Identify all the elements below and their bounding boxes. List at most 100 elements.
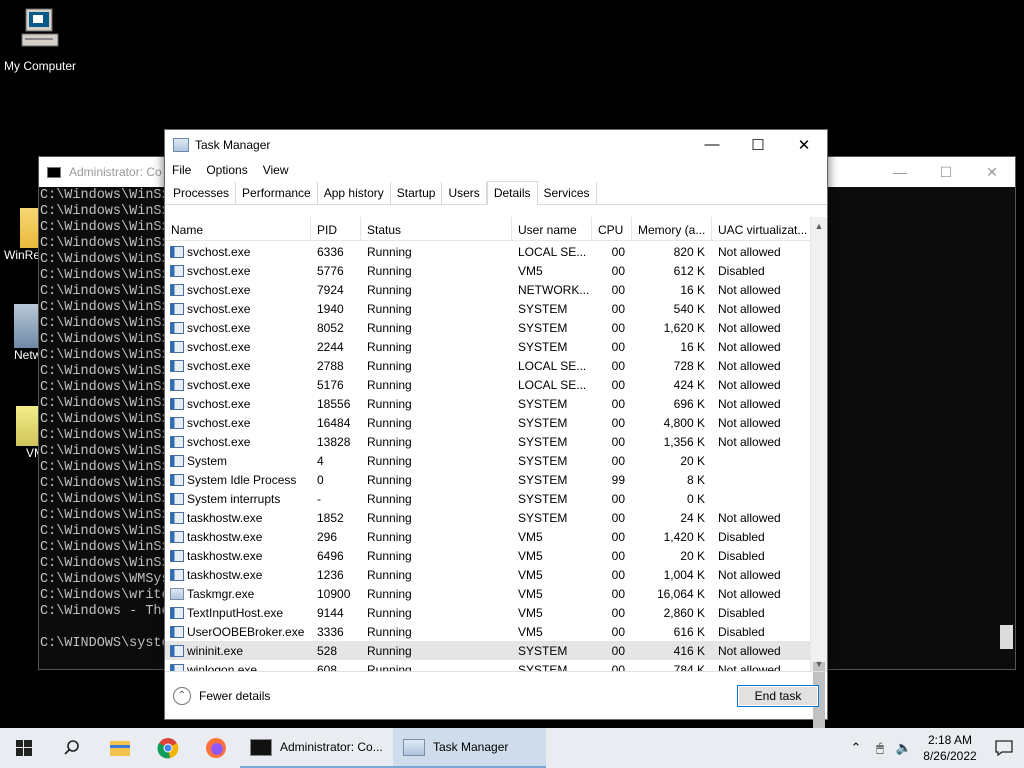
cell-status: Running	[367, 358, 412, 373]
cell-user: SYSTEM	[518, 320, 568, 335]
task-manager-window[interactable]: Task Manager — ☐ ✕ File Options View Pro…	[164, 129, 828, 737]
scroll-down-icon[interactable]: ▼	[811, 655, 827, 672]
tab-details[interactable]: Details	[486, 181, 538, 205]
chevron-up-icon[interactable]: ⌃	[844, 740, 868, 756]
table-row[interactable]: svchost.exe 18556 Running SYSTEM 00 696 K Not …	[165, 394, 811, 413]
cell-pid: 10900	[317, 586, 351, 601]
cell-user: SYSTEM	[518, 301, 568, 316]
menu-file[interactable]: File	[171, 163, 205, 177]
column-header-name[interactable]: ˆ Name	[165, 217, 311, 240]
taskbar-chrome[interactable]	[144, 728, 192, 768]
close-icon[interactable]: ✕	[781, 130, 827, 159]
tab-app-history[interactable]: App history	[318, 182, 391, 204]
tab-startup[interactable]: Startup	[391, 182, 443, 204]
end-task-button[interactable]: End task	[737, 684, 819, 707]
table-row[interactable]: svchost.exe 6336 Running LOCAL SE... 00 820 K…	[165, 242, 811, 261]
table-scrollbar[interactable]: ▲ ▼	[810, 217, 827, 737]
process-name: System interrupts	[187, 491, 281, 506]
cell-name: taskhostw.exe	[165, 530, 311, 544]
cell-uac: Not allowed	[718, 586, 781, 601]
column-header-memory[interactable]: Memory (a...	[632, 217, 712, 240]
volume-icon[interactable]: 🔈	[892, 740, 916, 756]
menu-options[interactable]: Options	[205, 163, 261, 177]
table-row[interactable]: svchost.exe 5776 Running VM5 00 612 K Disabled	[165, 261, 811, 280]
cell-user: LOCAL SE...	[518, 244, 587, 259]
minimize-icon[interactable]: —	[877, 157, 923, 187]
table-row[interactable]: svchost.exe 5176 Running LOCAL SE... 00 424 K…	[165, 375, 811, 394]
cell-name: wininit.exe	[165, 644, 311, 658]
task-manager-icon	[173, 137, 189, 152]
cell-mem: 696 K	[673, 396, 705, 411]
table-row[interactable]: svchost.exe 2244 Running SYSTEM 00 16 K Not al…	[165, 337, 811, 356]
tab-services[interactable]: Services	[538, 182, 597, 204]
cell-uac: Not allowed	[718, 396, 781, 411]
clock-time: 2:18 AM	[927, 733, 973, 747]
taskbar-app-task-manager[interactable]: Task Manager	[393, 728, 546, 768]
console-scrollbar[interactable]	[998, 187, 1015, 669]
cell-pid: 296	[317, 529, 338, 544]
maximize-icon[interactable]: ☐	[923, 157, 969, 187]
tab-performance[interactable]: Performance	[236, 182, 318, 204]
tab-users[interactable]: Users	[442, 182, 487, 204]
taskbar-file-explorer[interactable]	[96, 728, 144, 768]
menu-view[interactable]: View	[262, 163, 303, 177]
cell-cpu: 00	[611, 605, 625, 620]
scroll-up-icon[interactable]: ▲	[811, 217, 827, 234]
start-button[interactable]	[0, 728, 48, 768]
process-name: taskhostw.exe	[187, 529, 263, 544]
table-row[interactable]: svchost.exe 16484 Running SYSTEM 00 4,800 K No…	[165, 413, 811, 432]
table-row[interactable]: System Idle Process 0 Running SYSTEM 99 8 K	[165, 470, 811, 489]
taskbar-firefox[interactable]	[192, 728, 240, 768]
table-body: svchost.exe 6336 Running LOCAL SE... 00 820 K…	[165, 242, 811, 672]
scroll-thumb[interactable]	[1000, 625, 1013, 649]
cell-pid: 1940	[317, 301, 344, 316]
table-row[interactable]: System 4 Running SYSTEM 00 20 K	[165, 451, 811, 470]
close-icon[interactable]: ✕	[969, 157, 1015, 187]
column-header-pid[interactable]: PID	[311, 217, 361, 240]
table-row[interactable]: svchost.exe 8052 Running SYSTEM 00 1,620 K Not…	[165, 318, 811, 337]
table-row[interactable]: System interrupts - Running SYSTEM 00 0 K	[165, 489, 811, 508]
table-row[interactable]: UserOOBEBroker.exe 3336 Running VM5 00 616 K D…	[165, 622, 811, 641]
column-header-status[interactable]: Status	[361, 217, 512, 240]
cell-uac: Not allowed	[718, 282, 781, 297]
table-row[interactable]: taskhostw.exe 6496 Running VM5 00 20 K Disable…	[165, 546, 811, 565]
windows-logo-icon	[16, 740, 32, 756]
table-row[interactable]: Taskmgr.exe 10900 Running VM5 00 16,064 K Not …	[165, 584, 811, 603]
cell-mem: 1,620 K	[663, 320, 705, 335]
network-icon[interactable]: 🖱	[868, 740, 892, 756]
cell-name: UserOOBEBroker.exe	[165, 625, 311, 639]
process-icon	[170, 492, 184, 505]
table-row[interactable]: svchost.exe 2788 Running LOCAL SE... 00 728 K…	[165, 356, 811, 375]
fewer-details-button[interactable]: ⌃ Fewer details	[173, 686, 270, 705]
column-header-user[interactable]: User name	[512, 217, 592, 240]
table-row[interactable]: svchost.exe 1940 Running SYSTEM 00 540 K Not a…	[165, 299, 811, 318]
tab-processes[interactable]: Processes	[167, 182, 237, 204]
cell-status: Running	[367, 586, 412, 601]
taskbar-app-console[interactable]: Administrator: Co...	[240, 728, 393, 768]
table-row[interactable]: wininit.exe 528 Running SYSTEM 00 416 K Not al…	[165, 641, 811, 660]
table-row[interactable]: svchost.exe 7924 Running NETWORK... 00 16 K No…	[165, 280, 811, 299]
cell-pid: 2244	[317, 339, 344, 354]
maximize-icon[interactable]: ☐	[735, 130, 781, 159]
notification-button[interactable]	[984, 740, 1024, 756]
table-row[interactable]: taskhostw.exe 1236 Running VM5 00 1,004 K Not …	[165, 565, 811, 584]
process-name: svchost.exe	[187, 377, 251, 392]
table-row[interactable]: taskhostw.exe 296 Running VM5 00 1,420 K Disab…	[165, 527, 811, 546]
cell-mem: 0 K	[686, 491, 705, 506]
column-header-cpu[interactable]: CPU	[592, 217, 632, 240]
cell-status: Running	[367, 491, 412, 506]
desktop-icon-my-computer[interactable]: My Computer	[0, 6, 80, 73]
search-button[interactable]	[48, 728, 96, 768]
clock[interactable]: 2:18 AM 8/26/2022	[916, 732, 984, 764]
cell-uac: Not allowed	[718, 434, 781, 449]
minimize-icon[interactable]: —	[689, 130, 735, 159]
table-row[interactable]: TextInputHost.exe 9144 Running VM5 00 2,860 K…	[165, 603, 811, 622]
column-header-uac[interactable]: UAC virtualizat...	[712, 217, 811, 240]
table-row[interactable]: svchost.exe 13828 Running SYSTEM 00 1,356 K No…	[165, 432, 811, 451]
table-row[interactable]: taskhostw.exe 1852 Running SYSTEM 00 24 K Not …	[165, 508, 811, 527]
cell-cpu: 00	[611, 529, 625, 544]
cell-name: svchost.exe	[165, 416, 311, 430]
process-name: taskhostw.exe	[187, 548, 263, 563]
cell-user: VM5	[518, 263, 543, 278]
cell-name: taskhostw.exe	[165, 568, 311, 582]
